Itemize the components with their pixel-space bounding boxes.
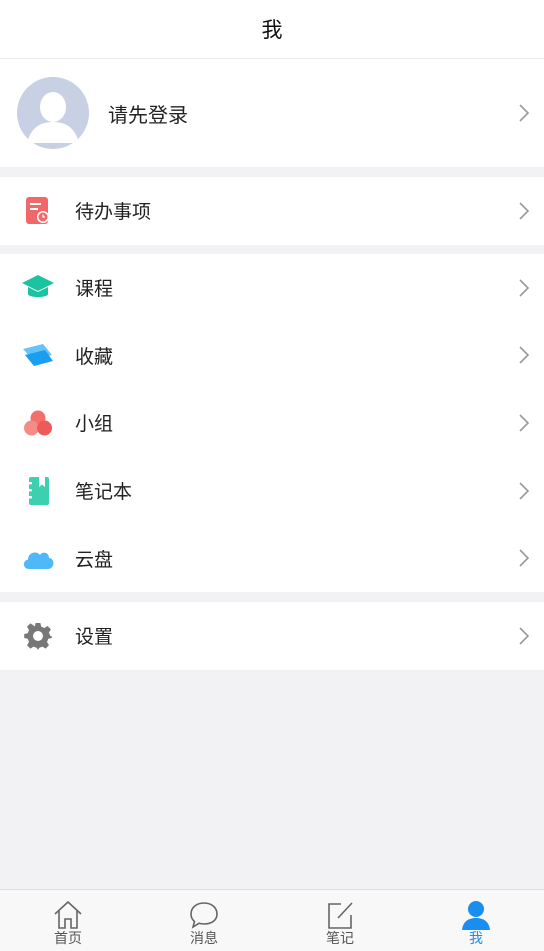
home-icon (54, 900, 82, 929)
todo-group: 待办事项 (0, 177, 544, 245)
menu-item-cloud[interactable]: 云盘 (0, 524, 544, 592)
favorites-icon (21, 338, 55, 372)
settings-group: 设置 (0, 602, 544, 670)
menu-label-notebook: 笔记本 (75, 481, 133, 504)
chevron-right-icon (519, 104, 530, 122)
chevron-right-icon (519, 482, 530, 500)
graduation-cap-icon (21, 271, 55, 305)
menu-item-todo[interactable]: 待办事项 (0, 177, 544, 245)
login-prompt: 请先登录 (108, 102, 188, 127)
default-avatar-icon (17, 77, 89, 149)
tab-label-home: 首页 (54, 931, 82, 947)
message-icon (190, 902, 218, 929)
chevron-right-icon (519, 346, 530, 364)
menu-label-groups: 小组 (75, 413, 114, 436)
menu-label-favorites: 收藏 (75, 345, 114, 368)
tab-home[interactable]: 首页 (0, 890, 136, 951)
tab-notes[interactable]: 笔记 (272, 890, 408, 951)
profile-row[interactable]: 请先登录 (0, 59, 544, 167)
menu-label-courses: 课程 (75, 278, 114, 301)
menu-item-groups[interactable]: 小组 (0, 389, 544, 457)
tab-label-notes: 笔记 (326, 931, 354, 947)
tab-me[interactable]: 我 (408, 890, 544, 951)
user-icon (462, 901, 490, 930)
tab-messages[interactable]: 消息 (136, 890, 272, 951)
todo-icon (21, 194, 55, 228)
cloud-icon (21, 541, 55, 575)
menu-label-settings: 设置 (75, 626, 114, 649)
main-menu-group: 课程 收藏 小组 笔记本 云盘 (0, 254, 544, 592)
chevron-right-icon (519, 279, 530, 297)
chevron-right-icon (519, 627, 530, 645)
chevron-right-icon (519, 414, 530, 432)
note-edit-icon (328, 902, 353, 929)
notebook-icon (21, 474, 55, 508)
tab-label-me: 我 (469, 931, 483, 947)
chevron-right-icon (519, 549, 530, 567)
menu-item-settings[interactable]: 设置 (0, 602, 544, 670)
tab-label-messages: 消息 (190, 931, 218, 947)
page-title: 我 (261, 18, 283, 42)
gear-icon (21, 619, 55, 653)
menu-label-todo: 待办事项 (75, 201, 152, 224)
avatar (17, 77, 89, 149)
top-bar: 我 (0, 0, 544, 59)
bottom-tab-bar: 首页 消息 笔记 我 (0, 889, 544, 951)
menu-item-favorites[interactable]: 收藏 (0, 322, 544, 390)
menu-label-cloud: 云盘 (75, 548, 114, 571)
chevron-right-icon (519, 202, 530, 220)
menu-item-notebook[interactable]: 笔记本 (0, 457, 544, 525)
group-icon (21, 406, 55, 440)
menu-item-courses[interactable]: 课程 (0, 254, 544, 322)
